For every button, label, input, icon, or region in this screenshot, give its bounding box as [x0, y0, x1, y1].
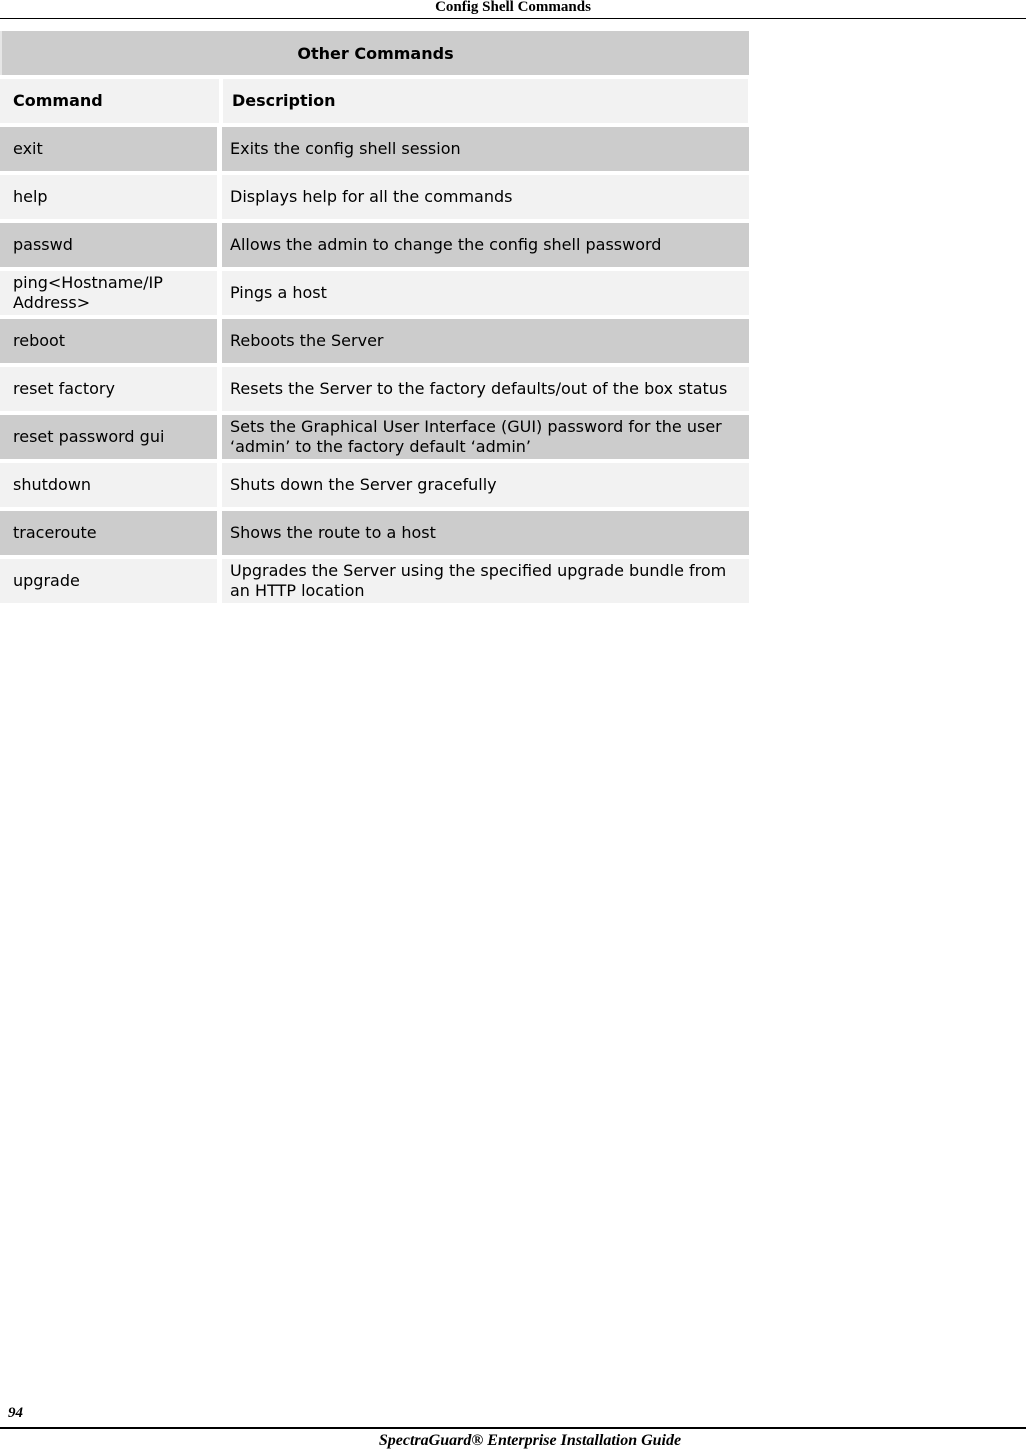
table-row: passwd Allows the admin to change the co… — [0, 223, 749, 267]
table-row: reboot Reboots the Server — [0, 319, 749, 363]
description-cell: Resets the Server to the factory default… — [222, 367, 749, 411]
description-cell: Shows the route to a host — [222, 511, 749, 555]
description-cell: Upgrades the Server using the specified … — [222, 559, 749, 603]
table-row: help Displays help for all the commands — [0, 175, 749, 219]
command-cell: help — [0, 175, 217, 219]
table-row: ping<Hostname/IP Address> Pings a host — [0, 271, 749, 315]
table-row: reset password gui Sets the Graphical Us… — [0, 415, 749, 459]
page-footer-title: SpectraGuard® Enterprise Installation Gu… — [378, 1432, 682, 1449]
command-cell: passwd — [0, 223, 217, 267]
table-row: shutdown Shuts down the Server gracefull… — [0, 463, 749, 507]
command-cell: reset password gui — [0, 415, 217, 459]
description-cell: Exits the config shell session — [222, 127, 749, 171]
command-cell: reset factory — [0, 367, 217, 411]
table-title: Other Commands — [0, 31, 749, 75]
command-cell: exit — [0, 127, 217, 171]
command-cell: ping<Hostname/IP Address> — [0, 271, 217, 315]
description-cell: Pings a host — [222, 271, 749, 315]
page-header-title: Config Shell Commands — [435, 0, 591, 15]
description-cell: Displays help for all the commands — [222, 175, 749, 219]
column-header-command: Command — [0, 79, 219, 123]
description-cell: Shuts down the Server gracefully — [222, 463, 749, 507]
other-commands-table: Other Commands Command Description exit … — [0, 31, 749, 607]
command-cell: reboot — [0, 319, 217, 363]
command-cell: upgrade — [0, 559, 217, 603]
table-row: reset factory Resets the Server to the f… — [0, 367, 749, 411]
description-cell: Sets the Graphical User Interface (GUI) … — [222, 415, 749, 459]
table-header-row: Command Description — [0, 79, 749, 123]
description-cell: Reboots the Server — [222, 319, 749, 363]
header-divider — [0, 18, 1026, 19]
table-row: traceroute Shows the route to a host — [0, 511, 749, 555]
table-row: upgrade Upgrades the Server using the sp… — [0, 559, 749, 603]
footer-divider — [0, 1427, 1026, 1429]
table-row: exit Exits the config shell session — [0, 127, 749, 171]
command-cell: shutdown — [0, 463, 217, 507]
page-number: 94 — [8, 1405, 23, 1421]
description-cell: Allows the admin to change the config sh… — [222, 223, 749, 267]
command-cell: traceroute — [0, 511, 217, 555]
column-header-description: Description — [223, 79, 748, 123]
